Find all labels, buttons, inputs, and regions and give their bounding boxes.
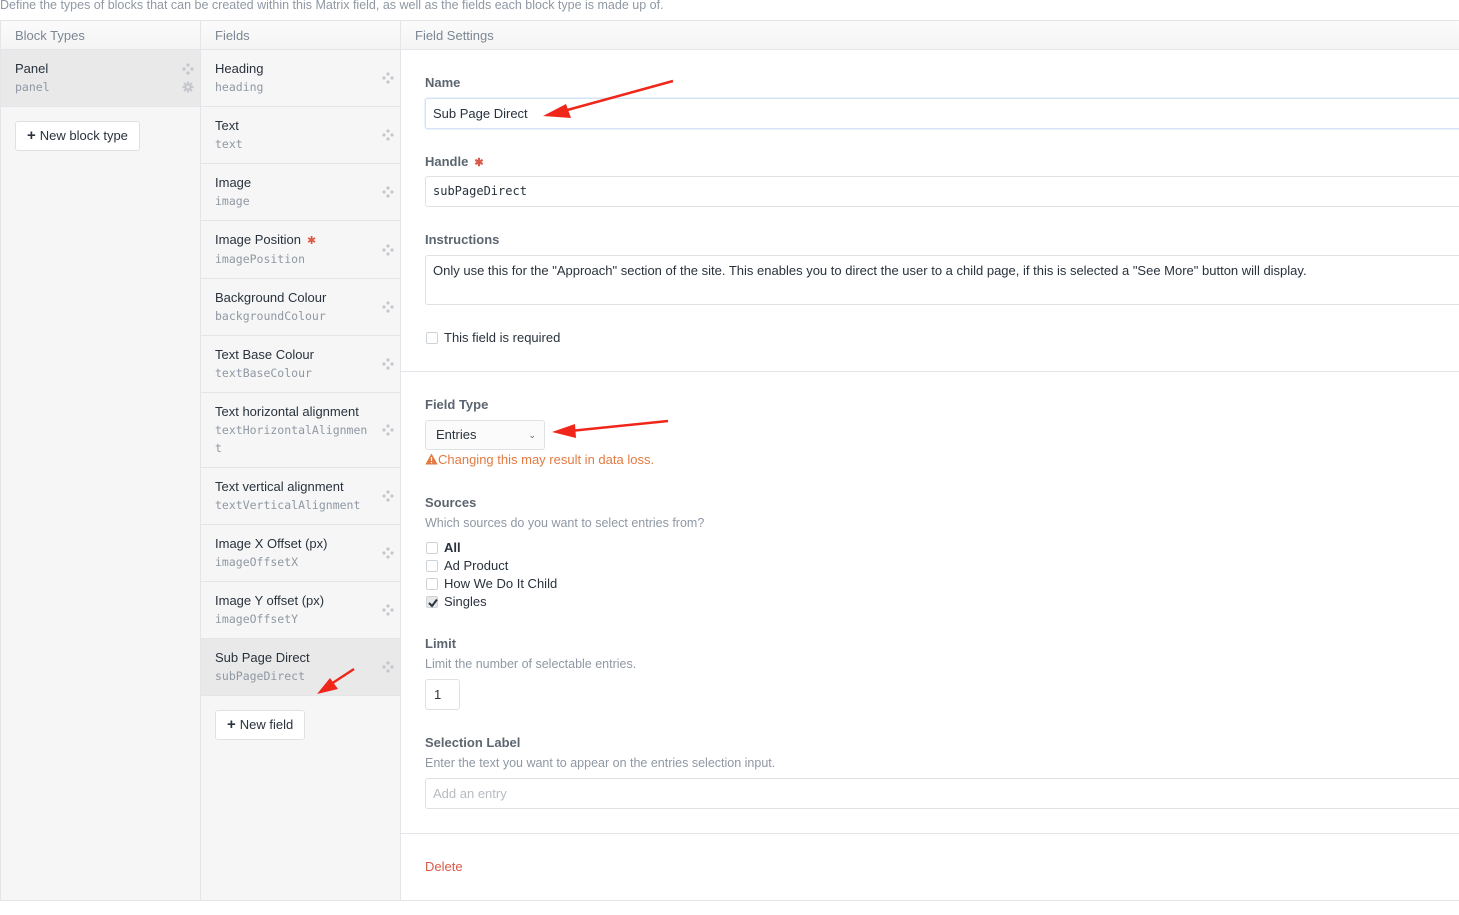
move-handle-icon[interactable] (382, 186, 394, 198)
field-item[interactable]: Text vertical alignment textVerticalAlign… (201, 468, 400, 525)
matrix-configurator: Block Types Panel panel + New block type F… (0, 20, 1459, 901)
name-input[interactable]: Sub Page Direct (425, 98, 1459, 129)
plus-icon: + (27, 127, 36, 144)
required-checkbox-row[interactable]: This field is required (426, 330, 560, 345)
field-type-warning: Changing this may result in data loss. (425, 452, 654, 467)
field-handle: heading (215, 80, 264, 94)
field-handle: backgroundColour (215, 309, 326, 323)
block-types-list: Panel panel (1, 50, 200, 107)
field-name: Sub Page Direct (215, 650, 310, 665)
field-name: Text Base Colour (215, 347, 314, 362)
instructions-textarea[interactable]: Only use this for the "Approach" section… (425, 255, 1459, 305)
field-name: Text horizontal alignment (215, 404, 359, 419)
field-handle: textVerticalAlignment (215, 498, 361, 512)
selection-label-instructions: Enter the text you want to appear on the… (425, 756, 776, 770)
field-handle: imagePosition (215, 252, 306, 266)
selection-label-input[interactable]: Add an entry (425, 778, 1459, 809)
field-name: Image Y offset (px) (215, 593, 325, 608)
move-handle-icon[interactable] (382, 547, 394, 559)
field-item[interactable]: Background Colour backgroundColour (201, 279, 400, 336)
move-handle-icon[interactable] (382, 490, 394, 502)
field-item[interactable]: Image X Offset (px) imageOffsetX (201, 525, 400, 582)
field-item[interactable]: Image Y offset (px) imageOffsetY (201, 582, 400, 639)
move-handle-icon[interactable] (182, 63, 194, 75)
limit-instructions: Limit the number of selectable entries. (425, 657, 637, 671)
source-option[interactable]: How We Do It Child (426, 576, 557, 591)
block-type-name: Panel (15, 61, 49, 76)
source-checkbox[interactable] (426, 560, 438, 572)
new-field-button[interactable]: + New field (215, 710, 306, 740)
field-settings-header: Field Settings (401, 21, 1459, 50)
field-handle: subPageDirect (215, 669, 306, 683)
move-handle-icon[interactable] (382, 358, 394, 370)
new-block-type-button[interactable]: + New block type (15, 121, 140, 151)
move-handle-icon[interactable] (382, 129, 394, 141)
field-settings-form: Name Sub Page Direct Handle ✱ subPageDire… (401, 50, 1459, 900)
source-checkbox[interactable] (426, 542, 438, 554)
fields-header: Fields (201, 21, 400, 50)
move-handle-icon[interactable] (382, 661, 394, 673)
field-handle: imageOffsetX (215, 555, 299, 569)
field-name: Text vertical alignment (215, 479, 344, 494)
block-types-column: Block Types Panel panel + New block type (1, 21, 201, 900)
selection-label-label: Selection Label (425, 735, 521, 750)
field-type-select[interactable]: Entries ⌄ (425, 420, 545, 450)
warning-icon (425, 453, 438, 465)
sources-label: Sources (425, 495, 477, 510)
source-checkbox[interactable] (426, 578, 438, 590)
required-star-icon: ✱ (307, 235, 317, 247)
field-name: Heading (215, 61, 264, 76)
block-types-header: Block Types (1, 21, 200, 50)
source-option[interactable]: Ad Product (426, 558, 508, 573)
field-name: Image Position ✱ (215, 232, 317, 247)
matrix-instructions: Define the types of blocks that can be c… (0, 0, 664, 12)
sources-instructions: Which sources do you want to select entr… (425, 516, 705, 530)
field-name: Image X Offset (px) (215, 536, 328, 551)
move-handle-icon[interactable] (382, 604, 394, 616)
move-handle-icon[interactable] (382, 72, 394, 84)
limit-input[interactable]: 1 (425, 679, 460, 710)
chevron-down-icon: ⌄ (528, 430, 536, 440)
source-option[interactable]: Singles (426, 594, 487, 609)
move-handle-icon[interactable] (382, 424, 394, 436)
block-type-item[interactable]: Panel panel (1, 50, 200, 107)
settings-gear-icon[interactable] (182, 81, 194, 93)
required-star-icon: ✱ (474, 157, 484, 169)
handle-input[interactable]: subPageDirect (425, 176, 1459, 207)
limit-label: Limit (425, 636, 457, 651)
field-item[interactable]: Text Base Colour textBaseColour (201, 336, 400, 393)
section-divider (401, 833, 1459, 834)
move-handle-icon[interactable] (382, 301, 394, 313)
field-name: Text (215, 118, 239, 133)
move-handle-icon[interactable] (382, 243, 394, 256)
field-item[interactable]: Sub Page Direct subPageDirect (201, 639, 400, 696)
field-type-label: Field Type (425, 397, 489, 412)
field-handle: text (215, 137, 243, 151)
section-divider (401, 371, 1459, 372)
fields-list: Heading heading Text text Image image Image Po… (201, 50, 400, 696)
instructions-label: Instructions (425, 232, 500, 247)
field-item[interactable]: Text horizontal alignment textHorizontalA… (201, 393, 400, 468)
name-label: Name (425, 75, 461, 90)
source-checkbox[interactable] (426, 596, 438, 608)
field-item[interactable]: Image Position ✱ imagePosition (201, 221, 400, 279)
fields-column: Fields Heading heading Text text Image image I… (201, 21, 401, 900)
source-option[interactable]: All (426, 540, 461, 555)
delete-field-link[interactable]: Delete (425, 859, 463, 874)
field-name: Background Colour (215, 290, 327, 305)
field-handle: textBaseColour (215, 366, 312, 380)
field-item[interactable]: Image image (201, 164, 400, 221)
field-handle: imageOffsetY (215, 612, 299, 626)
plus-icon: + (227, 716, 236, 733)
block-type-handle: panel (15, 80, 50, 94)
field-handle: textHorizontalAlignment (215, 423, 368, 455)
field-name: Image (215, 175, 252, 190)
field-item[interactable]: Text text (201, 107, 400, 164)
field-handle: image (215, 194, 250, 208)
field-item[interactable]: Heading heading (201, 50, 400, 107)
field-settings-column: Field Settings Name Sub Page Direct Hand… (401, 21, 1459, 900)
required-checkbox[interactable] (426, 332, 438, 344)
handle-label: Handle ✱ (425, 154, 484, 169)
